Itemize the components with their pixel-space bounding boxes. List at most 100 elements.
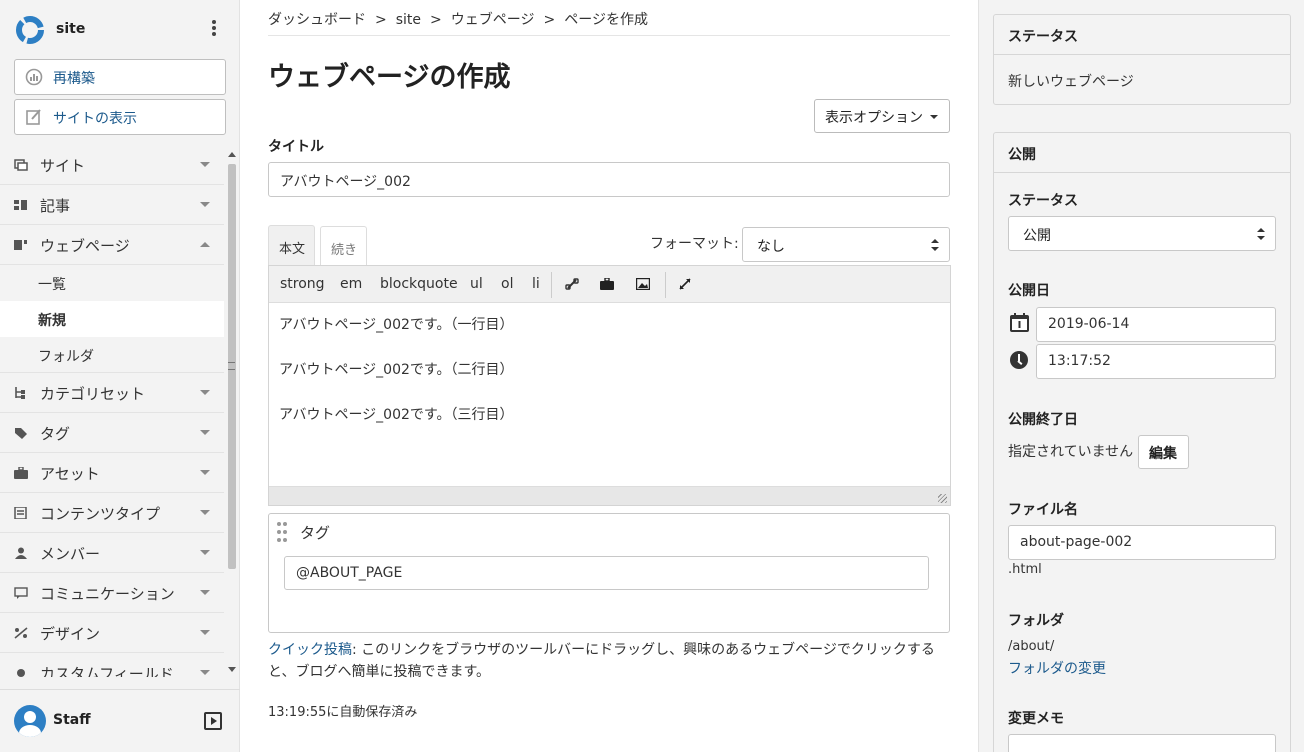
scroll-down-icon[interactable]: [228, 667, 236, 672]
breadcrumb-separator: >: [430, 12, 442, 28]
chevron-up-icon: [200, 242, 210, 247]
chevron-down-icon: [200, 670, 210, 675]
breadcrumb-site[interactable]: site: [396, 12, 421, 28]
quickpost-text: : このリンクをブラウザのツールバーにドラッグし、興味のあるウェブページでクリッ…: [268, 642, 935, 680]
display-options-label: 表示オプション: [825, 110, 923, 126]
select-arrows-icon: [931, 239, 939, 251]
movable-type-logo-icon[interactable]: [15, 15, 45, 45]
breadcrumb-separator: >: [375, 12, 387, 28]
sidebar-item-tags[interactable]: タグ: [0, 413, 224, 453]
sidebar-subitem-new[interactable]: 新規: [0, 301, 224, 337]
tab-extended[interactable]: 続き: [320, 226, 367, 266]
sidebar-item-custom-fields[interactable]: カスタムフィールド: [0, 653, 224, 677]
title-input[interactable]: アバウトページ_002: [268, 162, 950, 197]
panel-header: 公開: [994, 133, 1290, 173]
link-icon[interactable]: [565, 278, 579, 290]
edit-button-label: 編集: [1149, 446, 1177, 462]
edit-unpublish-button[interactable]: 編集: [1138, 435, 1189, 469]
sidebar-item-communication[interactable]: コミュニケーション: [0, 573, 224, 613]
sidebar-item-label: デザイン: [40, 625, 101, 643]
publish-status-label: ステータス: [1008, 193, 1078, 209]
change-memo-input[interactable]: [1008, 734, 1276, 752]
sidebar-subitem-folders[interactable]: フォルダ: [0, 337, 224, 373]
breadcrumb-webpages[interactable]: ウェブページ: [451, 12, 535, 28]
fullscreen-expand-icon[interactable]: [678, 278, 692, 290]
breadcrumb-dashboard[interactable]: ダッシュボード: [268, 12, 366, 28]
clock-icon[interactable]: [1010, 351, 1028, 369]
chevron-down-icon: [200, 202, 210, 207]
toolbar-separator: [551, 272, 552, 298]
autosave-status: 13:19:55に自動保存済み: [268, 705, 418, 720]
rebuild-label: 再構築: [53, 71, 95, 87]
publish-time-input[interactable]: 13:17:52: [1036, 344, 1276, 379]
sidebar-item-content-types[interactable]: コンテンツタイプ: [0, 493, 224, 533]
edit-square-icon: [26, 109, 41, 125]
insert-asset-briefcase-icon[interactable]: [600, 278, 614, 290]
scroll-up-icon[interactable]: [228, 152, 236, 157]
sidebar-footer: Staff: [0, 689, 240, 752]
tab-body[interactable]: 本文: [268, 225, 315, 266]
user-icon: [15, 547, 27, 559]
display-options-button[interactable]: 表示オプション: [814, 99, 950, 133]
panel-header: ステータス: [994, 15, 1290, 55]
resize-grip-icon[interactable]: [228, 362, 235, 370]
blockquote-button[interactable]: blockquote: [380, 276, 458, 292]
toolbar-separator: [665, 272, 666, 298]
ul-button[interactable]: ul: [470, 276, 483, 292]
resize-handle-icon[interactable]: [938, 494, 947, 503]
tags-field: タグ @ABOUT_PAGE: [268, 513, 950, 633]
divider: [268, 35, 950, 36]
insert-image-icon[interactable]: [636, 278, 650, 290]
rebuild-button[interactable]: 再構築: [14, 59, 226, 95]
drag-handle-icon[interactable]: [277, 522, 287, 544]
chevron-down-icon: [200, 590, 210, 595]
sidebar-item-members[interactable]: メンバー: [0, 533, 224, 573]
quickpost-link[interactable]: クイック投稿: [268, 642, 352, 658]
kebab-menu-icon[interactable]: [206, 18, 222, 42]
strong-button[interactable]: strong: [280, 276, 325, 292]
sidebar-item-label: 記事: [40, 197, 71, 215]
em-button[interactable]: em: [340, 276, 362, 292]
page-title: ウェブページの作成: [268, 62, 511, 93]
publish-status-value: 公開: [1023, 228, 1051, 244]
tags-input[interactable]: @ABOUT_PAGE: [284, 556, 929, 590]
sidebar-item-design[interactable]: デザイン: [0, 613, 224, 653]
sidebar-item-category-sets[interactable]: カテゴリセット: [0, 373, 224, 413]
filename-input[interactable]: about-page-002: [1008, 525, 1276, 560]
format-label: フォーマット:: [650, 236, 739, 252]
publish-date-label: 公開日: [1008, 283, 1050, 299]
sidebar-item-site[interactable]: サイト: [0, 145, 224, 185]
site-name[interactable]: site: [56, 21, 85, 37]
unpublish-date-value: 指定されていません: [1008, 444, 1134, 460]
sidebar-item-assets[interactable]: アセット: [0, 453, 224, 493]
publish-panel: 公開 ステータス 公開 公開日 2019-06-14 13:17:52 公開終了…: [993, 132, 1291, 752]
editor-body[interactable]: アバウトページ_002です。（一行目） アバウトページ_002です。（二行目） …: [269, 303, 950, 486]
sidebar-scrollbar[interactable]: [225, 150, 239, 675]
right-sidebar: ステータス 新しいウェブページ 公開 ステータス 公開 公開日 2019-06-…: [978, 0, 1304, 752]
sidebar-item-webpages[interactable]: ウェブページ: [0, 225, 224, 265]
collapse-sidebar-icon[interactable]: [204, 712, 222, 730]
content-type-icon: [14, 507, 27, 519]
change-folder-link[interactable]: フォルダの変更: [1008, 658, 1106, 678]
publish-date-input[interactable]: 2019-06-14: [1036, 307, 1276, 342]
publish-status-select[interactable]: 公開: [1008, 216, 1276, 251]
status-panel-title: ステータス: [1008, 29, 1078, 45]
ol-button[interactable]: ol: [501, 276, 513, 292]
editor-line: アバウトページ_002です。（二行目）: [279, 362, 514, 378]
sidebar-nav: サイト 記事 ウェブページ 一覧 新規 フォルダ カテゴリセット タグ アセット…: [0, 145, 224, 677]
title-input-value: アバウトページ_002: [280, 174, 411, 190]
tags-label: タグ: [300, 524, 331, 542]
calendar-icon[interactable]: [1010, 313, 1029, 332]
chevron-down-icon: [200, 510, 210, 515]
sidebar-item-label: アセット: [40, 465, 100, 483]
webpages-icon: [14, 240, 27, 250]
user-name[interactable]: Staff: [53, 712, 91, 728]
sidebar-subitem-list[interactable]: 一覧: [0, 265, 224, 301]
chevron-down-icon: [200, 550, 210, 555]
format-select[interactable]: なし: [742, 227, 950, 262]
sidebar-item-entries[interactable]: 記事: [0, 185, 224, 225]
avatar[interactable]: [14, 705, 46, 737]
file-extension: .html: [1008, 562, 1042, 577]
li-button[interactable]: li: [532, 276, 540, 292]
view-site-button[interactable]: サイトの表示: [14, 99, 226, 135]
